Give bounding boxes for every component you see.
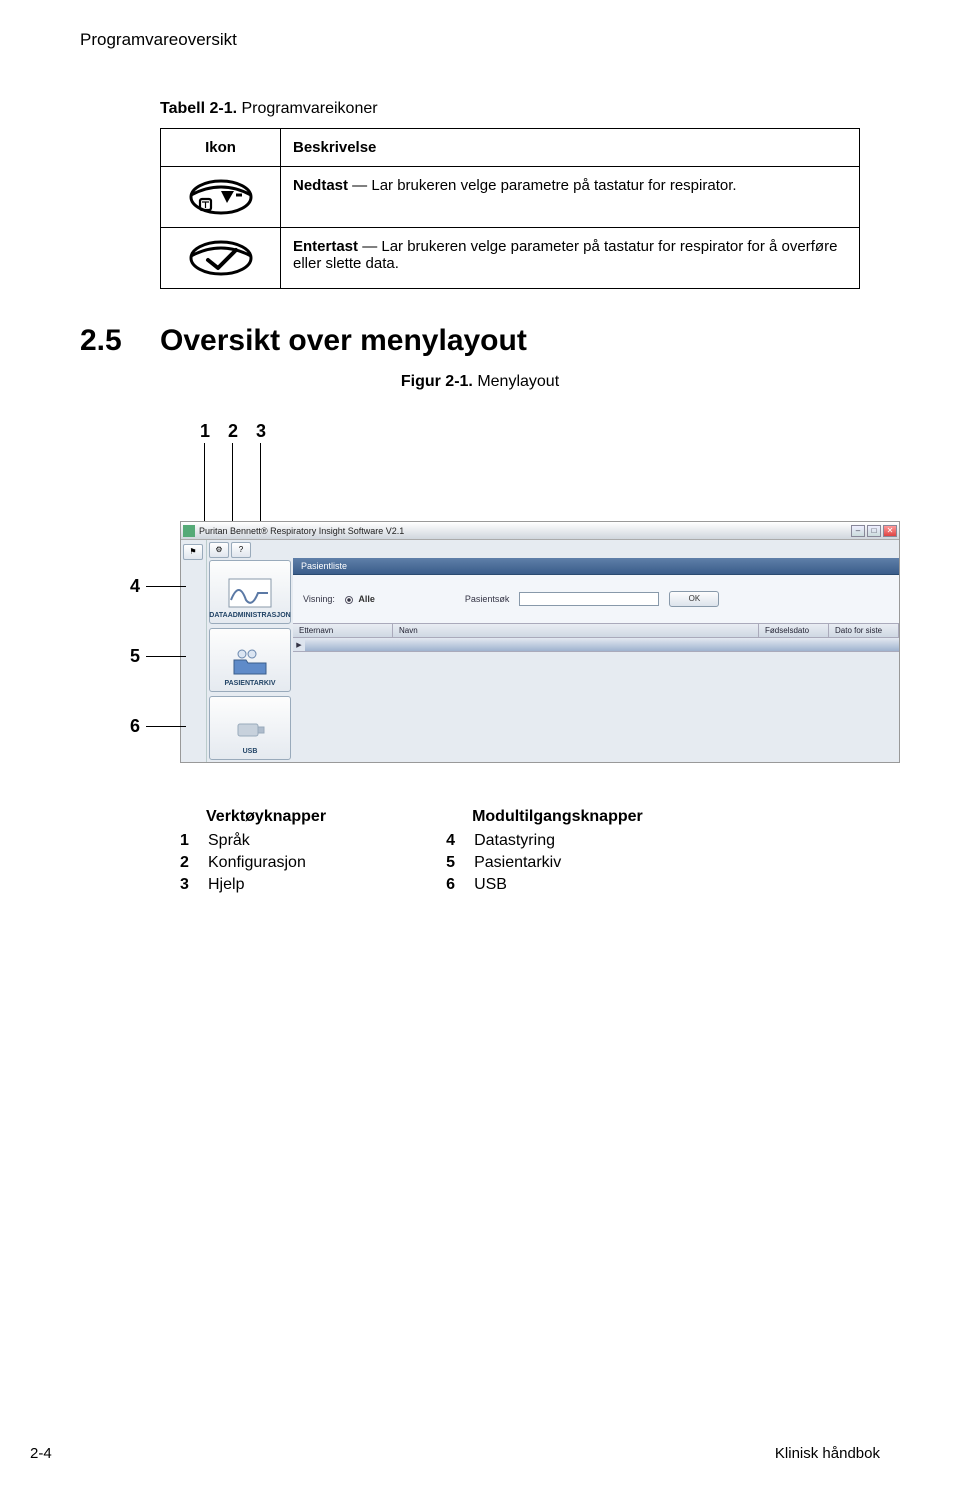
row-indicator-icon: ▶ [293,638,305,651]
gh-navn[interactable]: Navn [393,624,759,637]
footer-book: Klinisk håndbok [775,1445,880,1462]
callout-hline-4 [146,586,186,587]
row2-desc: Entertast — Lar brukeren velge parameter… [281,228,860,289]
sidebar-pasientarkiv-label: PASIENTARKIV [224,680,275,687]
down-key-icon [161,167,281,228]
row2-bold: Entertast [293,238,358,255]
radio-alle[interactable] [345,596,353,604]
grid-header: Etternavn Navn Fødselsdato Dato for sist… [293,623,899,638]
callout-2: 2 [228,421,238,442]
icon-table: Ikon Beskrivelse Nedtast — Lar brukeren … [160,128,860,289]
sidebar-pasientarkiv[interactable]: PASIENTARKIV [209,628,291,692]
legend-r4: Datastyring [474,832,555,850]
section-num: 2.5 [80,324,160,358]
section-header: Programvareoversikt [80,30,880,50]
fig-caption-rest: Menylayout [473,373,559,390]
callout-6-num: 6 [130,716,140,737]
callout-line-2 [232,443,233,521]
legend-left-head: Verktøyknapper [206,808,326,826]
gh-dato-siste[interactable]: Dato for siste [829,624,899,637]
usb-icon [228,712,272,746]
callout-line-1 [204,443,205,521]
th-desc: Beskrivelse [281,129,860,167]
maximize-button[interactable]: □ [867,525,881,537]
titlebar-text: Puritan Bennett® Respiratory Insight Sof… [199,526,851,536]
app-body: ⚑ ⚙ ? DATAADMINIS [181,540,899,762]
toolbar-language-button[interactable]: ⚑ [183,544,203,560]
section-2-5-heading: 2.5Oversikt over menylayout [80,324,880,358]
ok-button[interactable]: OK [669,591,719,607]
window-buttons: – □ ✕ [851,525,897,537]
row1-bold: Nedtast [293,177,348,194]
panel-tab-pasientliste[interactable]: Pasientliste [293,558,899,575]
callout-4: 4 [130,576,186,597]
callout-1: 1 [200,421,210,442]
titlebar: Puritan Bennett® Respiratory Insight Sof… [181,522,899,540]
folder-people-icon [228,644,272,678]
table-caption: Tabell 2-1. Programvareikoner [160,100,880,118]
legend-l3: Hjelp [208,876,244,894]
enter-key-icon [161,228,281,289]
filter-row: Visning: Alle Pasientsøk OK [293,575,899,623]
pasientsok-input[interactable] [519,592,659,606]
waveform-icon [228,576,272,610]
row1-rest: — Lar brukeren velge parametre på tastat… [348,177,737,194]
figure-caption: Figur 2-1. Menylayout [80,373,880,391]
legend-right-head: Modultilgangsknapper [472,808,643,826]
footer-page: 2-4 [30,1445,52,1462]
pasientsok-label: Pasientsøk [465,594,510,604]
gh-etternavn[interactable]: Etternavn [293,624,393,637]
legend-right: Modultilgangsknapper 4 Datastyring 5 Pasie… [446,808,643,898]
toolbar-help-button[interactable]: ? [231,542,251,558]
legend: Verktøyknapper 1 Språk 2 Konfigurasjon 3 Hj… [180,808,880,898]
sidebar-data-admin[interactable]: DATAADMINISTRASJON [209,560,291,624]
gh-fodselsdato[interactable]: Fødselsdato [759,624,829,637]
callout-hline-6 [146,726,186,727]
fig-caption-bold: Figur 2-1. [401,373,473,390]
callout-5: 5 [130,646,186,667]
callout-5-num: 5 [130,646,140,667]
sidebar: DATAADMINISTRASJON [207,558,293,762]
callout-3: 3 [256,421,266,442]
legend-r5: Pasientarkiv [474,854,561,872]
legend-l1: Språk [208,832,250,850]
main-panel: Pasientliste Visning: Alle Pasientsøk [293,558,899,762]
legend-n6: 6 [446,876,460,894]
legend-n2: 2 [180,854,194,872]
legend-n4: 4 [446,832,460,850]
sidebar-usb[interactable]: USB [209,696,291,760]
sidebar-data-admin-label: DATAADMINISTRASJON [209,612,290,619]
th-icon: Ikon [161,129,281,167]
legend-left: Verktøyknapper 1 Språk 2 Konfigurasjon 3 Hj… [180,808,326,898]
legend-l2: Konfigurasjon [208,854,306,872]
section-title: Oversikt over menylayout [160,324,527,357]
table-caption-bold: Tabell 2-1. [160,100,237,117]
figure-wrap: 1 2 3 4 5 6 Puritan Bennett® Respiratory… [160,421,900,763]
visning-label: Visning: [303,594,335,604]
legend-n5: 5 [446,854,460,872]
callout-line-3 [260,443,261,521]
table-caption-rest: Programvareikoner [237,100,378,117]
minimize-button[interactable]: – [851,525,865,537]
sidebar-usb-label: USB [243,748,258,755]
app-icon [183,525,195,537]
callouts-top: 1 2 3 [200,421,900,521]
row1-desc: Nedtast — Lar brukeren velge parametre p… [281,167,860,228]
callout-6: 6 [130,716,186,737]
footer: 2-4 Klinisk håndbok [0,1445,960,1462]
alle-label: Alle [358,594,375,604]
row2-rest: — Lar brukeren velge parameter på tastat… [293,238,837,272]
legend-n1: 1 [180,832,194,850]
toolbar-config-button[interactable]: ⚙ [209,542,229,558]
grid-row-selected[interactable]: ▶ [293,638,899,652]
close-button[interactable]: ✕ [883,525,897,537]
callout-hline-5 [146,656,186,657]
legend-n3: 3 [180,876,194,894]
legend-r6: USB [474,876,507,894]
app-window: Puritan Bennett® Respiratory Insight Sof… [180,521,900,763]
callout-4-num: 4 [130,576,140,597]
